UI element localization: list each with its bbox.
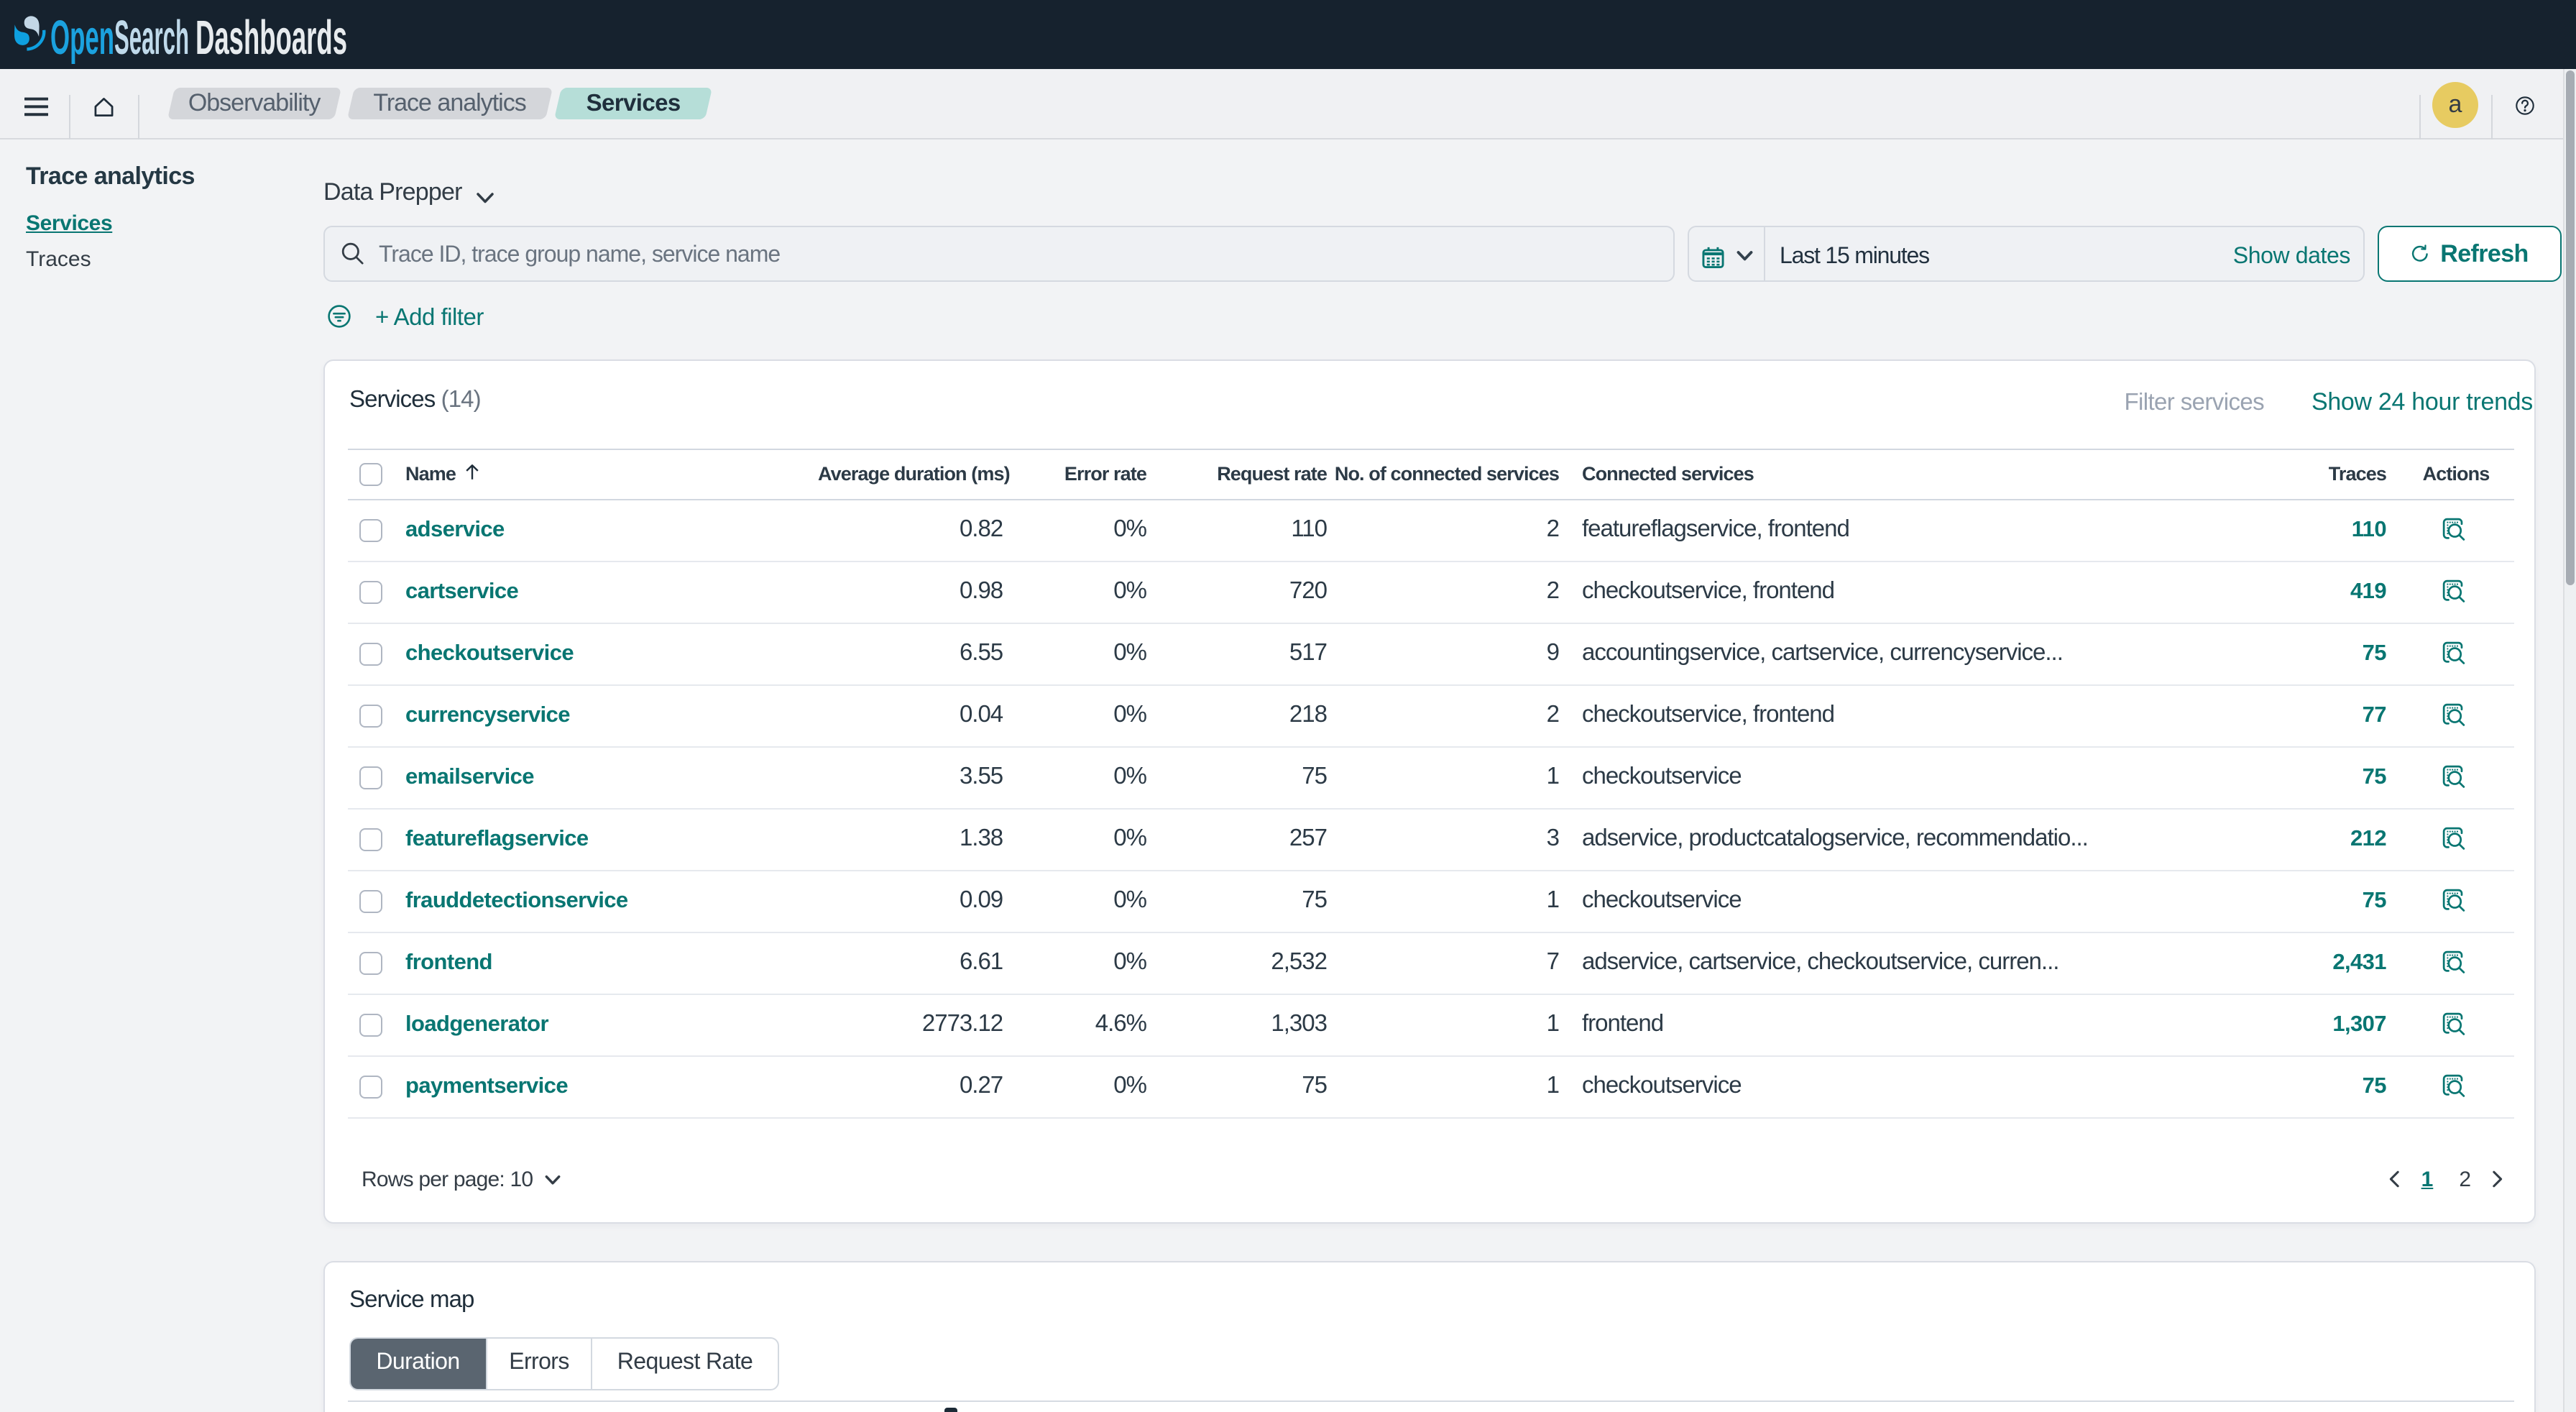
svg-text:Open: Open bbox=[50, 12, 114, 65]
svg-text:Search: Search bbox=[114, 12, 189, 65]
svg-text:Dashboards: Dashboards bbox=[196, 12, 347, 65]
